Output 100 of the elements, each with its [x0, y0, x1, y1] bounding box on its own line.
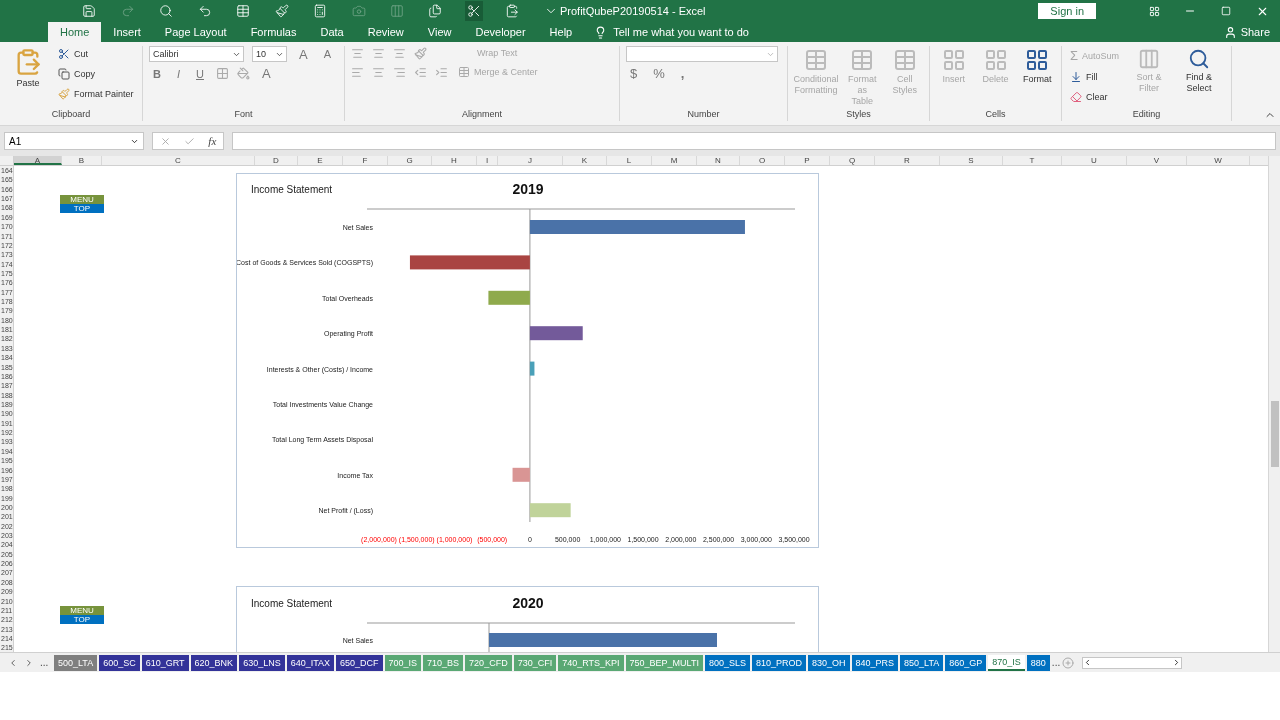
name-box[interactable]: A1: [4, 132, 144, 150]
cut-button[interactable]: Cut: [56, 46, 136, 62]
column-header[interactable]: G: [388, 156, 432, 165]
column-header[interactable]: R: [875, 156, 940, 165]
fill-color-icon[interactable]: [236, 67, 250, 80]
italic-button[interactable]: I: [172, 67, 184, 80]
group-label: Styles: [845, 109, 872, 121]
horizontal-scrollbar[interactable]: [1082, 656, 1183, 669]
ribbon-tab[interactable]: Formulas: [238, 22, 309, 42]
column-header[interactable]: F: [343, 156, 388, 165]
sheet-tab[interactable]: 610_GRT: [141, 654, 189, 671]
grow-font-button[interactable]: A: [295, 46, 312, 62]
scissors-icon: [58, 48, 70, 60]
column-header[interactable]: C: [102, 156, 255, 165]
sheet-tab[interactable]: 620_BNK: [190, 654, 238, 671]
font-color-button[interactable]: A: [257, 66, 275, 81]
sheet-tab[interactable]: 640_ITAX: [286, 654, 334, 671]
comma-button[interactable]: ,: [676, 66, 689, 81]
table-icon: [892, 48, 917, 72]
increase-indent-icon[interactable]: [435, 65, 448, 79]
number-format-field[interactable]: [626, 46, 778, 62]
new-sheet-icon[interactable]: [1062, 656, 1075, 669]
insert-function-button[interactable]: fx: [208, 135, 217, 147]
tell-me-search[interactable]: Tell me what you want to do: [613, 26, 749, 38]
ribbon-tab[interactable]: View: [415, 22, 464, 42]
column-header[interactable]: W: [1187, 156, 1250, 165]
borders-icon[interactable]: [215, 67, 229, 80]
align-left-icon[interactable]: [351, 65, 364, 79]
ribbon-tab[interactable]: Developer: [463, 22, 538, 42]
more-sheets-button[interactable]: ...: [1051, 657, 1061, 668]
previous-sheet-icon[interactable]: [8, 657, 18, 668]
shrink-font-button[interactable]: A: [319, 48, 335, 60]
paste-button[interactable]: Paste: [6, 46, 50, 91]
font-name-field[interactable]: Calibri: [149, 46, 244, 62]
clear-button[interactable]: Clear: [1068, 89, 1122, 105]
grid-icon: [941, 48, 966, 72]
currency-button[interactable]: $: [626, 66, 642, 81]
sheet-tab[interactable]: 630_LNS: [239, 654, 285, 671]
ribbon-tab[interactable]: Page Layout: [152, 22, 239, 42]
column-header[interactable]: J: [498, 156, 563, 165]
sheet-tab[interactable]: 800_SLS: [704, 654, 750, 671]
column-header[interactable]: D: [255, 156, 298, 165]
column-header[interactable]: T: [1003, 156, 1062, 165]
cancel-icon[interactable]: [159, 135, 171, 147]
share-button[interactable]: Share: [1240, 26, 1270, 38]
column-header[interactable]: Q: [830, 156, 875, 165]
font-size-field[interactable]: 10: [252, 46, 287, 62]
top-button[interactable]: TOP: [60, 615, 104, 624]
ribbon-tab[interactable]: Review: [355, 22, 416, 42]
sheet-tab[interactable]: 870_IS: [988, 654, 1025, 671]
format-painter-button[interactable]: Format Painter: [56, 86, 136, 102]
decrease-indent-icon[interactable]: [414, 65, 427, 79]
ribbon-tab[interactable]: Insert: [101, 22, 153, 42]
grid-icon: [1025, 48, 1050, 72]
underline-button[interactable]: U: [192, 67, 208, 80]
column-header[interactable]: L: [607, 156, 652, 165]
formula-input[interactable]: [232, 132, 1276, 150]
column-header[interactable]: S: [940, 156, 1003, 165]
check-icon[interactable]: [184, 135, 195, 147]
copy-button[interactable]: Copy: [56, 66, 136, 82]
sheet-tab[interactable]: 650_DCF: [336, 654, 383, 671]
eraser-icon: [1070, 91, 1082, 103]
align-right-icon[interactable]: [393, 65, 406, 79]
column-header[interactable]: P: [785, 156, 830, 165]
sheet-tab[interactable]: 880: [1026, 654, 1050, 671]
sheet-tab[interactable]: 500_LTA: [54, 654, 98, 671]
top-button[interactable]: TOP: [60, 204, 104, 213]
sign-in-button[interactable]: Sign in: [1038, 3, 1096, 19]
next-sheet-icon[interactable]: [24, 657, 34, 668]
bold-button[interactable]: B: [149, 67, 165, 80]
sheet-tab[interactable]: 830_OH: [808, 654, 850, 671]
column-header[interactable]: A: [14, 156, 62, 165]
ribbon-tab[interactable]: Help: [537, 22, 585, 42]
more-sheets-button[interactable]: ...: [40, 657, 49, 668]
column-header[interactable]: U: [1062, 156, 1127, 165]
find-select-button[interactable]: Find & Select: [1177, 46, 1222, 96]
column-header[interactable]: V: [1127, 156, 1187, 165]
sheet-tab[interactable]: 840_PRS: [851, 654, 899, 671]
align-center-icon[interactable]: [372, 65, 385, 79]
percent-button[interactable]: %: [649, 66, 669, 81]
fill-button[interactable]: Fill: [1068, 69, 1122, 85]
column-header[interactable]: I: [477, 156, 498, 165]
column-header[interactable]: M: [652, 156, 697, 165]
ribbon-tab[interactable]: Home: [48, 22, 102, 42]
sheet-tab[interactable]: 850_LTA: [900, 654, 944, 671]
column-header[interactable]: K: [563, 156, 607, 165]
column-header[interactable]: O: [740, 156, 785, 165]
cut-icon[interactable]: [464, 1, 484, 21]
column-header[interactable]: E: [298, 156, 343, 165]
sheet-tab[interactable]: 600_SC: [99, 654, 140, 671]
brush-icon: [58, 88, 70, 100]
column-header[interactable]: N: [697, 156, 740, 165]
sheet-tab[interactable]: 810_PROD: [751, 654, 806, 671]
sheet-tab[interactable]: 860_GP: [945, 654, 987, 671]
ribbon-tab[interactable]: Data: [308, 22, 356, 42]
column-header[interactable]: H: [432, 156, 477, 165]
cells-button[interactable]: Format: [1019, 46, 1055, 87]
align-middle-icon[interactable]: [372, 46, 385, 60]
vertical-scrollbar[interactable]: [1268, 156, 1280, 652]
column-header[interactable]: B: [62, 156, 102, 165]
